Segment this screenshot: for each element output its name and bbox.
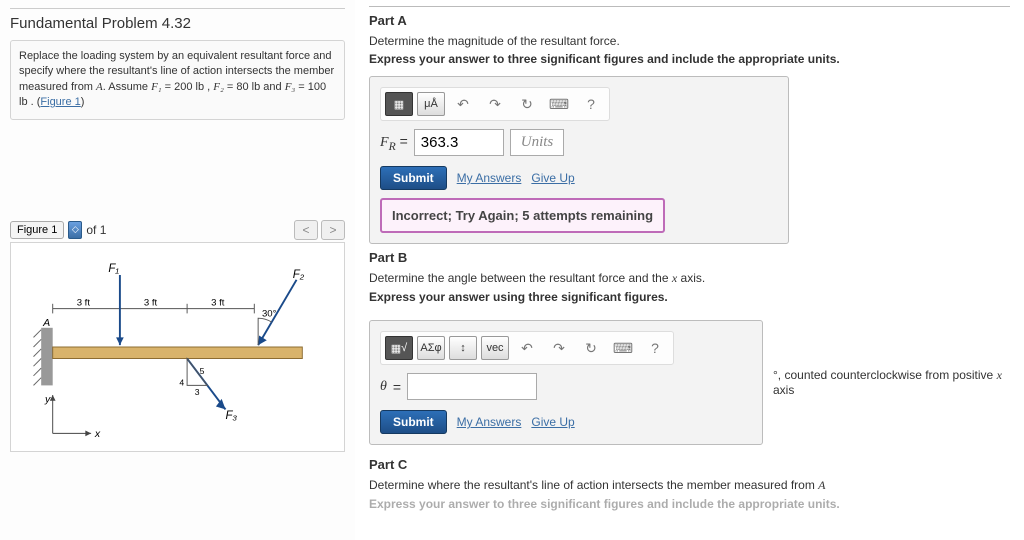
part-b-toolbar: ▦√ ΑΣφ ↕ vec ↶ ↷ ↻ ⌨ ? bbox=[380, 331, 674, 365]
units-button[interactable]: Units bbox=[510, 129, 565, 156]
mu-a-button[interactable]: μÅ bbox=[417, 92, 445, 116]
svg-text:3 ft: 3 ft bbox=[77, 297, 91, 308]
part-a-title: Part A bbox=[369, 13, 1010, 28]
keyboard-icon[interactable]: ⌨ bbox=[609, 336, 637, 360]
problem-statement: Replace the loading system by an equival… bbox=[10, 40, 345, 120]
svg-text:30°: 30° bbox=[262, 308, 277, 319]
part-b-submit-button[interactable]: Submit bbox=[380, 410, 447, 434]
part-c-title: Part C bbox=[369, 457, 1010, 472]
svg-text:4: 4 bbox=[179, 377, 184, 387]
part-a-give-up-link[interactable]: Give Up bbox=[531, 171, 574, 185]
reset-icon[interactable]: ↻ bbox=[577, 336, 605, 360]
part-a-instr: Express your answer to three significant… bbox=[369, 52, 1010, 66]
help-icon[interactable]: ? bbox=[577, 92, 605, 116]
svg-text:3 ft: 3 ft bbox=[211, 297, 225, 308]
svg-text:3 ft: 3 ft bbox=[144, 297, 158, 308]
arrows-button[interactable]: ↕ bbox=[449, 336, 477, 360]
part-b-instr: Express your answer using three signific… bbox=[369, 290, 1010, 304]
part-b-give-up-link[interactable]: Give Up bbox=[531, 415, 574, 429]
figure-selector-bar: Figure 1 ◇ of 1 < > bbox=[10, 220, 345, 240]
help-icon[interactable]: ? bbox=[641, 336, 669, 360]
redo-icon[interactable]: ↷ bbox=[481, 92, 509, 116]
keyboard-icon[interactable]: ⌨ bbox=[545, 92, 573, 116]
part-b-answer-block: ▦√ ΑΣφ ↕ vec ↶ ↷ ↻ ⌨ ? θ = Submit My Ans… bbox=[369, 320, 763, 445]
figure-of-label: of 1 bbox=[86, 223, 106, 237]
part-a-answer-block: ▦ μÅ ↶ ↷ ↻ ⌨ ? FR = Units Submit My Answ… bbox=[369, 76, 789, 244]
reset-icon[interactable]: ↻ bbox=[513, 92, 541, 116]
templates-icon[interactable]: ▦√ bbox=[385, 336, 413, 360]
svg-text:3: 3 bbox=[195, 387, 200, 397]
svg-text:y: y bbox=[44, 393, 51, 405]
part-a-desc: Determine the magnitude of the resultant… bbox=[369, 34, 1010, 48]
part-a-my-answers-link[interactable]: My Answers bbox=[457, 171, 522, 185]
svg-text:x: x bbox=[94, 428, 101, 440]
undo-icon[interactable]: ↶ bbox=[449, 92, 477, 116]
figure-next-button[interactable]: > bbox=[321, 220, 345, 240]
part-a-feedback: Incorrect; Try Again; 5 attempts remaini… bbox=[380, 198, 665, 233]
templates-icon[interactable]: ▦ bbox=[385, 92, 413, 116]
part-b-title: Part B bbox=[369, 250, 1010, 265]
problem-title: Fundamental Problem 4.32 bbox=[10, 8, 345, 32]
figure-link[interactable]: Figure 1 bbox=[40, 96, 80, 108]
part-a-value-input[interactable] bbox=[414, 129, 504, 156]
right-pane: Part A Determine the magnitude of the re… bbox=[355, 0, 1024, 540]
figure-prev-button[interactable]: < bbox=[294, 220, 318, 240]
svg-text:A: A bbox=[42, 316, 50, 328]
part-b-value-input[interactable] bbox=[407, 373, 537, 400]
part-b-desc: Determine the angle between the resultan… bbox=[369, 271, 1010, 286]
vec-button[interactable]: vec bbox=[481, 336, 509, 360]
part-c-instr: Express your answer to three significant… bbox=[369, 497, 1010, 511]
undo-icon[interactable]: ↶ bbox=[513, 336, 541, 360]
part-b-my-answers-link[interactable]: My Answers bbox=[457, 415, 522, 429]
figure-stepper[interactable]: ◇ bbox=[68, 221, 82, 239]
svg-text:5: 5 bbox=[200, 365, 205, 375]
part-c-desc: Determine where the resultant's line of … bbox=[369, 478, 1010, 493]
part-a-toolbar: ▦ μÅ ↶ ↷ ↻ ⌨ ? bbox=[380, 87, 610, 121]
svg-text:F₃: F₃ bbox=[226, 410, 238, 422]
figure-select[interactable]: Figure 1 bbox=[10, 221, 64, 239]
svg-text:F₁: F₁ bbox=[108, 263, 119, 275]
part-a-submit-button[interactable]: Submit bbox=[380, 166, 447, 190]
part-b-suffix: °, counted counterclockwise from positiv… bbox=[773, 368, 1010, 397]
sigma-button[interactable]: ΑΣφ bbox=[417, 336, 445, 360]
figure-diagram: x y A 3 ft 3 ft 3 ft F₁ F₂ 30° bbox=[10, 242, 345, 452]
redo-icon[interactable]: ↷ bbox=[545, 336, 573, 360]
left-pane: Fundamental Problem 4.32 Replace the loa… bbox=[0, 0, 355, 540]
svg-text:F₂: F₂ bbox=[293, 268, 305, 280]
